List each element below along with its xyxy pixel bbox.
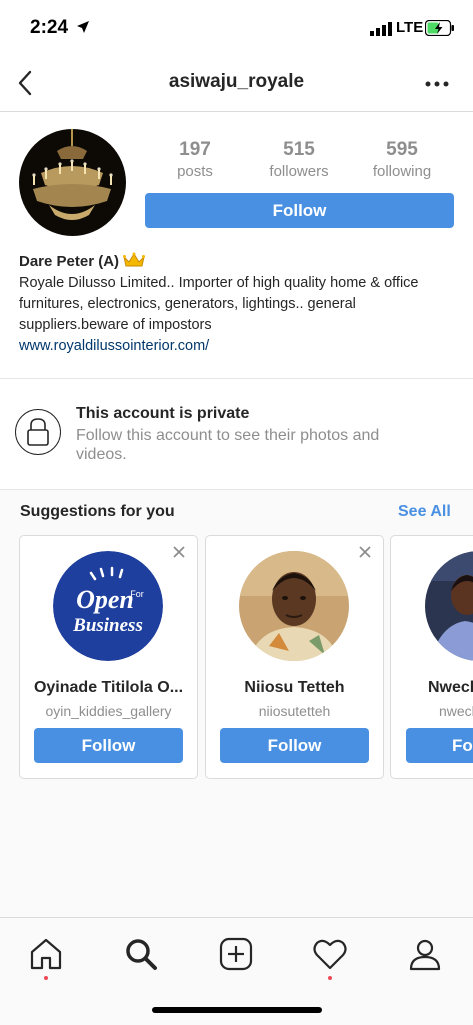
- header-username: asiwaju_royale: [168, 71, 305, 92]
- logo-text-for: For: [130, 589, 144, 599]
- stat-label: posts: [177, 163, 213, 180]
- location-arrow-icon: [77, 21, 89, 33]
- home-indicator[interactable]: [152, 1007, 322, 1013]
- stat-value: 197: [179, 139, 211, 160]
- stat-label: following: [372, 163, 432, 180]
- close-icon[interactable]: [173, 546, 185, 558]
- network-label: LTE: [396, 19, 424, 36]
- suggestion-follow-button[interactable]: Fo: [406, 728, 473, 763]
- suggestion-avatar[interactable]: [239, 551, 349, 661]
- see-all-link[interactable]: See All: [398, 503, 451, 521]
- private-title: This account is private: [76, 405, 250, 422]
- status-time: 2:24: [30, 17, 69, 38]
- logo-text-business: Business: [72, 615, 143, 636]
- suggestion-name[interactable]: Oyinade Titilola O...: [20, 679, 197, 697]
- home-notification-dot: [44, 976, 48, 980]
- person-photo: [425, 551, 473, 661]
- logo-text-open: Open: [76, 585, 134, 614]
- profile-name: Dare Peter (A): [19, 253, 120, 270]
- stat-value: 515: [283, 139, 315, 160]
- suggestion-avatar[interactable]: Open For Business: [53, 551, 163, 661]
- private-subtitle: Follow this account to see their photos …: [76, 427, 380, 463]
- profile-icon[interactable]: [407, 936, 443, 972]
- suggestion-card: Niiosu Tetteh niiosutetteh Follow: [205, 535, 384, 779]
- new-post-icon[interactable]: [218, 936, 254, 972]
- suggestion-handle: nwech: [439, 703, 473, 719]
- suggestion-handle: oyin_kiddies_gallery: [45, 703, 172, 719]
- close-icon[interactable]: [359, 546, 371, 558]
- profile-website-link[interactable]: www.royaldilussointerior.com/: [19, 336, 459, 357]
- suggestion-follow-button[interactable]: Follow: [34, 728, 183, 763]
- more-options-icon[interactable]: [424, 80, 450, 88]
- chandelier-image: [19, 129, 126, 236]
- suggestion-handle: niiosutetteh: [258, 703, 331, 719]
- profile-section: 197 posts 515 followers 595 following Fo…: [0, 112, 473, 379]
- suggestions-heading: Suggestions for you: [20, 503, 175, 520]
- private-account-notice: This account is private Follow this acco…: [0, 379, 473, 490]
- battery-charging-icon: [425, 20, 454, 36]
- suggestion-follow-button[interactable]: Follow: [220, 728, 369, 763]
- lock-circle: [15, 409, 61, 455]
- stat-followers[interactable]: 515 followers: [249, 139, 349, 180]
- activity-icon[interactable]: [312, 936, 348, 972]
- home-icon[interactable]: [28, 936, 64, 972]
- stat-posts[interactable]: 197 posts: [145, 139, 245, 180]
- search-icon[interactable]: [123, 936, 159, 972]
- suggestion-name[interactable]: Nwech: [428, 679, 473, 697]
- stat-value: 595: [386, 139, 418, 160]
- signal-icon: [370, 22, 392, 36]
- lock-icon: [27, 418, 49, 446]
- person-photo: [239, 551, 349, 661]
- suggestion-avatar[interactable]: [425, 551, 473, 661]
- status-bar: 2:24 LTE: [0, 0, 473, 56]
- follow-button[interactable]: Follow: [145, 193, 454, 228]
- stat-following[interactable]: 595 following: [352, 139, 452, 180]
- open-for-business-logo: Open For Business: [53, 551, 163, 661]
- stat-label: followers: [269, 163, 329, 180]
- suggestion-name[interactable]: Niiosu Tetteh: [206, 679, 383, 697]
- suggestion-card: Open For Business Oyinade Titilola O... …: [19, 535, 198, 779]
- profile-avatar[interactable]: [19, 129, 126, 236]
- crown-icon: [123, 252, 146, 267]
- profile-bio-text: Royale Dilusso Limited.. Importer of hig…: [19, 275, 419, 333]
- suggestion-card: Nwech nwech Fo: [390, 535, 473, 779]
- profile-bio: Dare Peter (A) Royale Dilusso Limited.. …: [19, 251, 459, 357]
- profile-header: asiwaju_royale: [0, 56, 473, 112]
- activity-notification-dot: [328, 976, 332, 980]
